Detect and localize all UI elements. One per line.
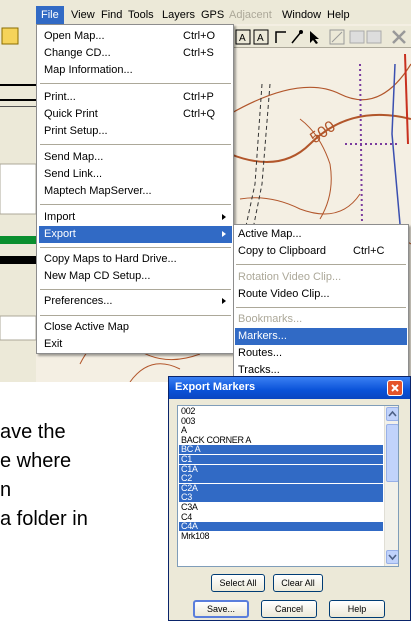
svg-text:A: A [239, 33, 246, 44]
menu-item-quick-print[interactable]: Quick Print Ctrl+Q [39, 106, 232, 123]
instruction-line: n [0, 479, 12, 501]
menu-layers[interactable]: Layers [162, 8, 195, 22]
instruction-line: e where [0, 450, 72, 472]
marker-list-item[interactable]: C3 [179, 493, 383, 503]
submenu-item-route-video-clip[interactable]: Route Video Clip... [235, 286, 407, 303]
menu-bar: File View Find Tools Layers GPS Adjacent… [0, 6, 411, 24]
menu-item-copy-maps[interactable]: Copy Maps to Hard Drive... [39, 251, 232, 268]
submenu-item-markers[interactable]: Markers... [235, 328, 407, 345]
menu-item-print-setup[interactable]: Print Setup... [39, 123, 232, 140]
menu-item-new-map-cd-setup[interactable]: New Map CD Setup... [39, 268, 232, 285]
help-button[interactable]: Help [329, 600, 385, 618]
list-scrollbar[interactable] [384, 406, 398, 566]
submenu-item-rotation-video-clip: Rotation Video Clip... [238, 271, 342, 283]
close-map-icon[interactable] [391, 29, 407, 45]
marker-list-item[interactable]: C3A [179, 503, 383, 512]
menu-item-close-active-map[interactable]: Close Active Map [39, 319, 232, 336]
dialog-title: Export Markers [175, 381, 256, 393]
menu-item-send-map[interactable]: Send Map... [39, 149, 232, 166]
menu-help[interactable]: Help [327, 8, 350, 22]
menu-separator [40, 144, 231, 145]
menu-item-preferences[interactable]: Preferences... [39, 293, 232, 310]
select-all-button[interactable]: Select All [211, 574, 265, 592]
menu-separator [40, 247, 231, 248]
menu-file[interactable]: File [36, 6, 64, 24]
marker-list-item[interactable]: C4A [179, 522, 383, 532]
marker-list-item[interactable]: 002 [179, 407, 383, 416]
left-panel [0, 24, 37, 382]
text-tool-icon[interactable]: A [235, 29, 251, 45]
dialog-title-bar[interactable]: Export Markers [169, 377, 410, 399]
submenu-item-copy-to-clipboard[interactable]: Copy to Clipboard Ctrl+C [235, 243, 407, 260]
marker-list-item[interactable]: C2 [179, 474, 383, 484]
marker-list-item[interactable]: C4 [179, 512, 383, 522]
submenu-item-routes[interactable]: Routes... [235, 345, 407, 362]
marker-list-item[interactable]: C2A [179, 483, 383, 493]
menu-item-export[interactable]: Export [39, 226, 232, 243]
marker-list-item[interactable]: C1A [179, 464, 383, 474]
menu-item-maptech-mapserver[interactable]: Maptech MapServer... [39, 183, 232, 200]
submenu-arrow-icon [222, 298, 226, 304]
menu-item-print[interactable]: Print... Ctrl+P [39, 89, 232, 106]
marker-list-item[interactable]: A [179, 426, 383, 435]
menu-item-change-cd[interactable]: Change CD... Ctrl+S [39, 45, 232, 62]
marker-listbox[interactable]: 002 003 A BACK CORNER A BC A C1 C1A C2 C2A C3 C3A C… [177, 405, 399, 567]
export-submenu: Active Map... Copy to Clipboard Ctrl+C Ro… [233, 224, 409, 382]
line-tool-icon[interactable] [273, 29, 289, 45]
menu-window[interactable]: Window [282, 8, 321, 22]
marker-list-item[interactable]: 003 [179, 416, 383, 426]
submenu-item-bookmarks: Bookmarks... [238, 313, 303, 325]
close-icon[interactable] [387, 380, 403, 396]
menu-separator [40, 315, 231, 316]
submenu-item-active-map[interactable]: Active Map... [235, 226, 407, 243]
menu-item-send-link[interactable]: Send Link... [39, 166, 232, 183]
menu-view[interactable]: View [71, 8, 95, 22]
measure-icon[interactable] [329, 29, 345, 45]
export-markers-dialog: Export Markers 002 003 A BACK CORNER A BC AC… [168, 376, 411, 621]
disabled-tools [349, 29, 385, 45]
map-application-window: 500 A A File View Find Tools Layers GPS … [0, 0, 411, 382]
pointer-icon[interactable] [307, 29, 323, 45]
menu-item-exit[interactable]: Exit [39, 336, 232, 353]
instruction-line: a folder in [0, 508, 88, 530]
menu-item-map-information[interactable]: Map Information... [39, 62, 232, 79]
submenu-arrow-icon [222, 231, 226, 237]
menu-find[interactable]: Find [101, 8, 122, 22]
marker-list-item[interactable]: C1 [179, 455, 383, 464]
instruction-line: ave the [0, 421, 66, 443]
file-menu: Open Map... Ctrl+O Change CD... Ctrl+S Map… [36, 24, 234, 354]
scroll-up-icon[interactable] [386, 407, 398, 421]
menu-gps[interactable]: GPS [201, 8, 224, 22]
menu-separator [236, 307, 406, 308]
menu-tools[interactable]: Tools [128, 8, 154, 22]
menu-item-import[interactable]: Import [39, 209, 232, 226]
menu-item-open-map[interactable]: Open Map... Ctrl+O [39, 28, 232, 45]
map-toolbar: A A [233, 26, 411, 48]
cancel-button[interactable]: Cancel [261, 600, 317, 618]
menu-separator [236, 264, 406, 265]
menu-separator [40, 83, 231, 84]
marker-list-item[interactable]: BC A [179, 445, 383, 455]
route-tool-icon[interactable] [289, 29, 305, 45]
menu-separator [40, 289, 231, 290]
menu-adjacent: Adjacent [229, 9, 272, 21]
instruction-text: ave the e where n a folder in [0, 418, 170, 534]
zoom-icon[interactable]: A [253, 29, 269, 45]
menu-separator [40, 204, 231, 205]
clear-all-button[interactable]: Clear All [273, 574, 323, 592]
save-button[interactable]: Save... [193, 600, 249, 618]
marker-list-item[interactable]: BACK CORNER A [179, 435, 383, 445]
scroll-down-icon[interactable] [386, 550, 398, 564]
svg-text:A: A [257, 33, 264, 44]
submenu-arrow-icon [222, 214, 226, 220]
marker-list-item[interactable]: Mrk108 [179, 531, 383, 541]
scrollbar-thumb[interactable] [386, 424, 398, 482]
